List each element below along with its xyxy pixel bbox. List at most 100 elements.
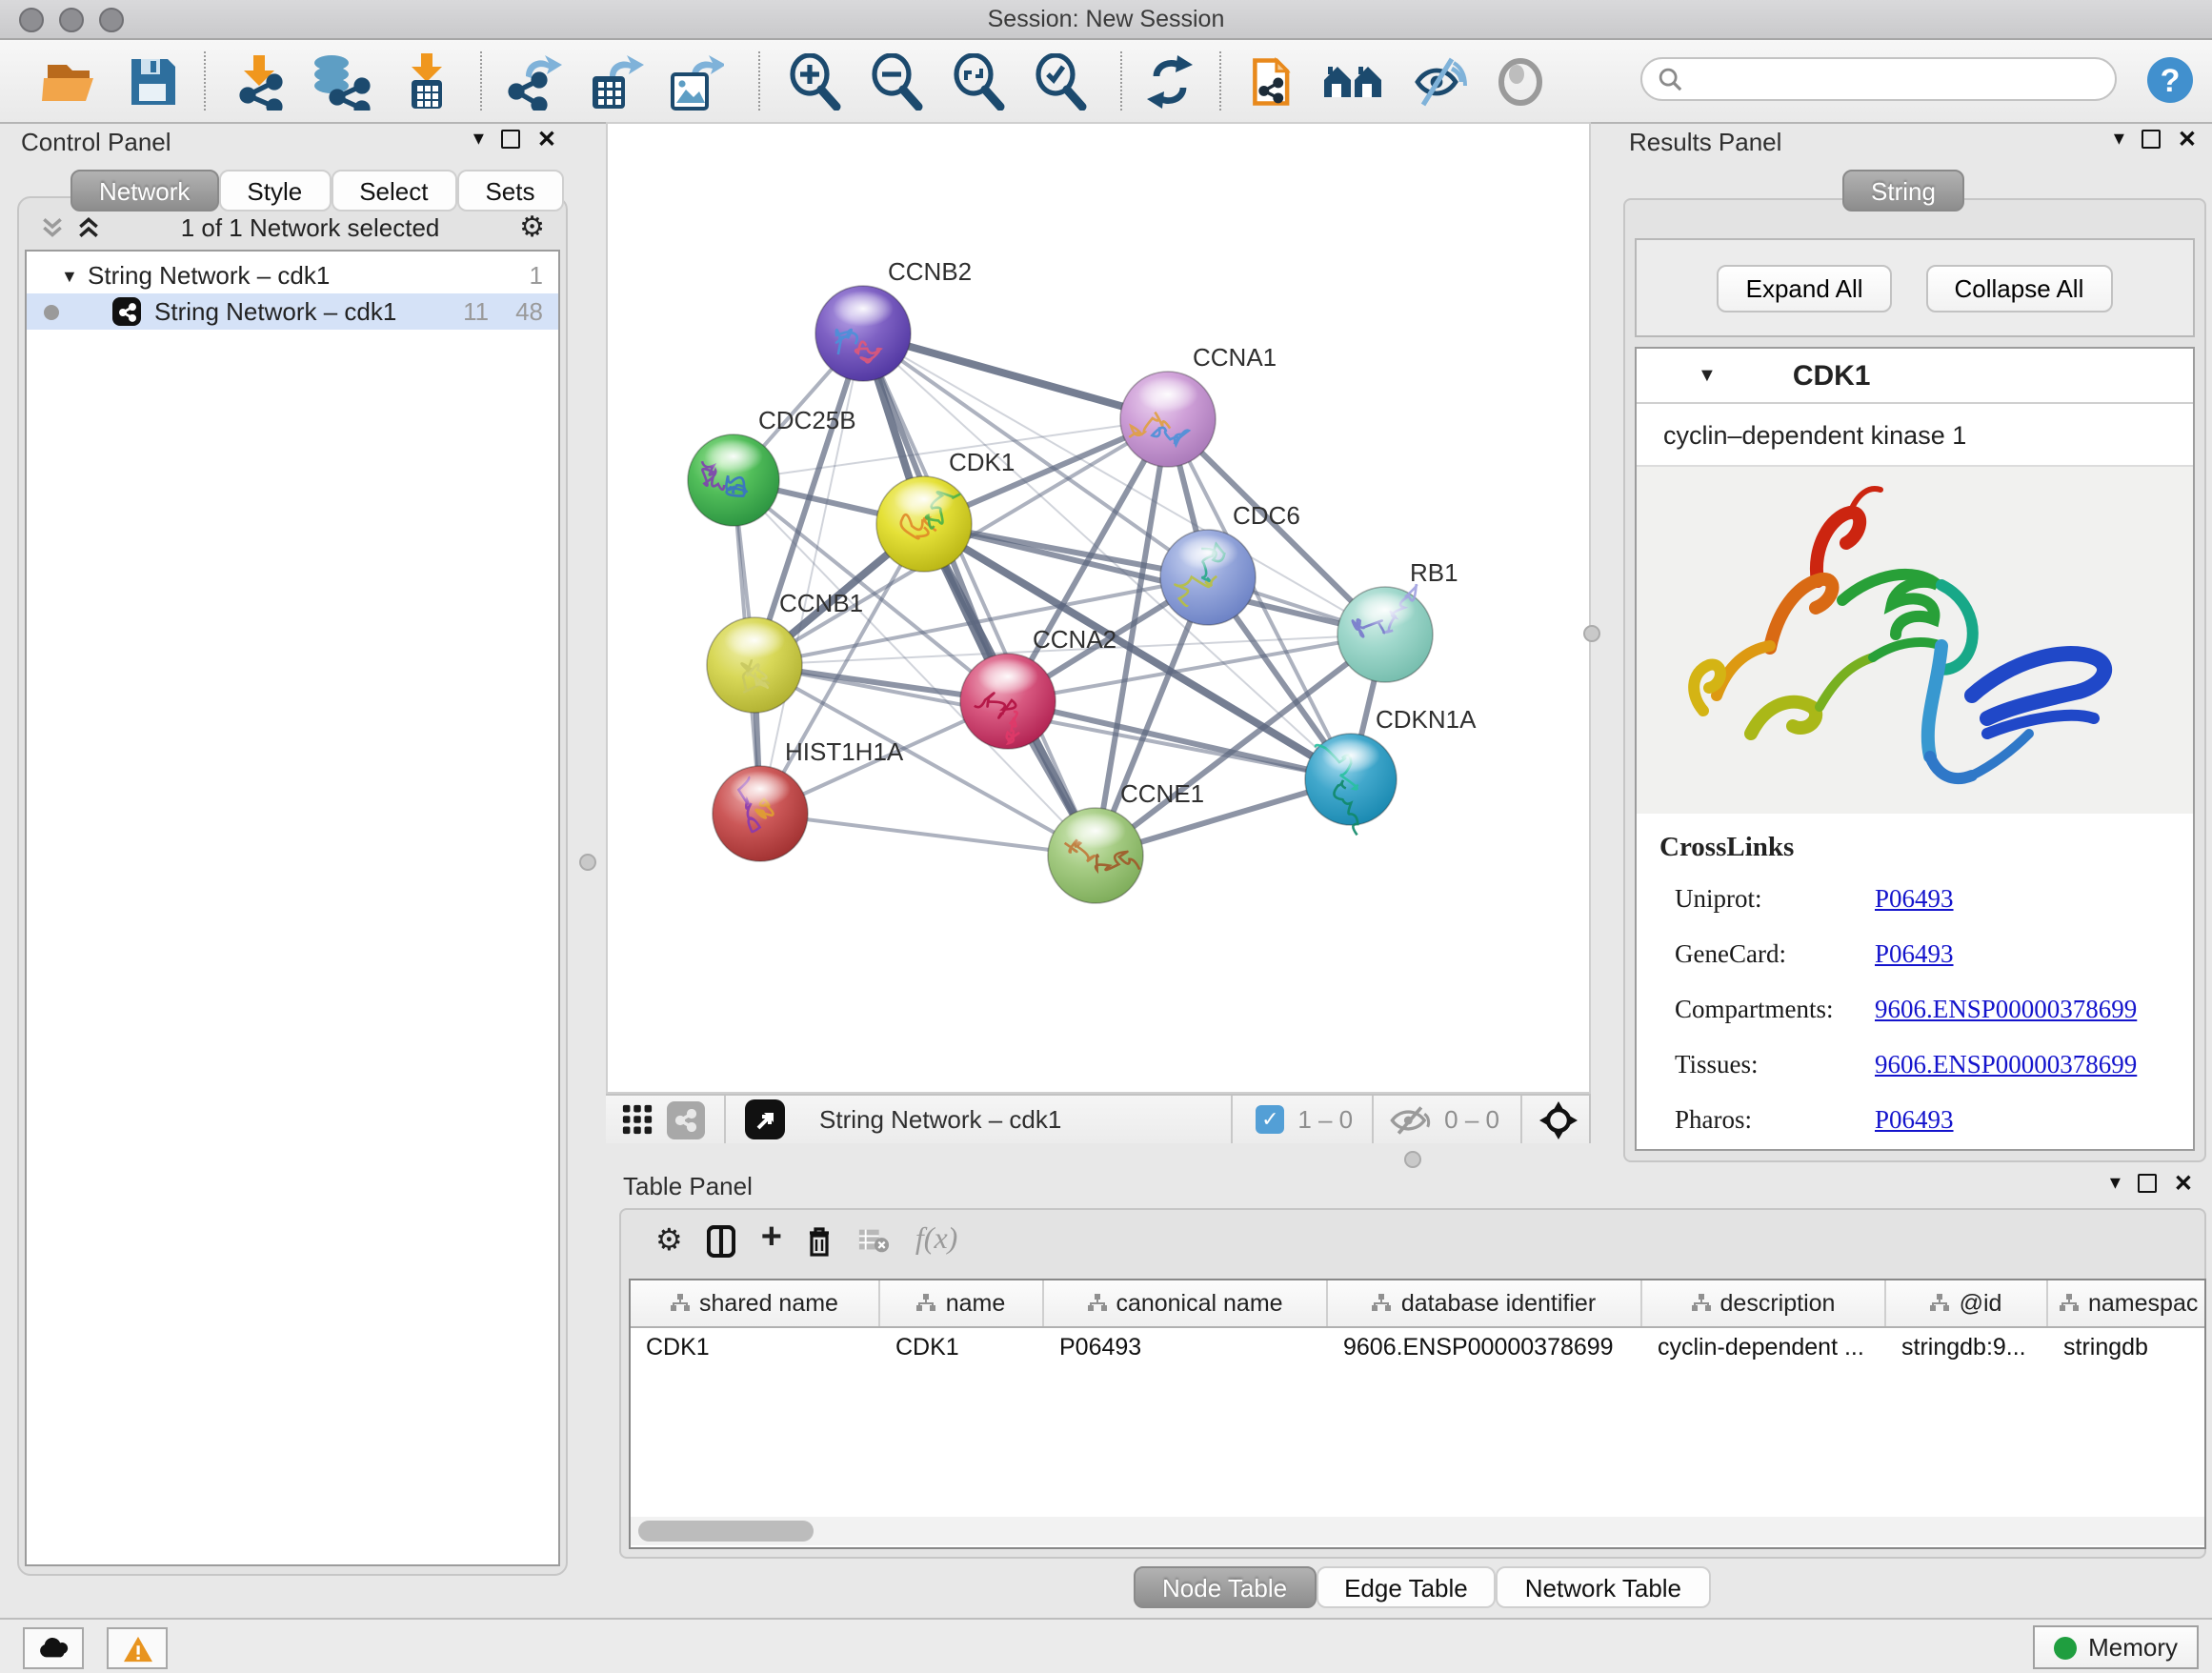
cloud-icon [37,1637,70,1660]
table-gear-icon[interactable]: ⚙ [655,1221,683,1260]
search-input[interactable] [1682,64,2090,94]
tab-node-table[interactable]: Node Table [1134,1566,1316,1608]
zoom-in-icon[interactable] [787,53,842,111]
hide-unhide-icon[interactable] [1410,53,1467,111]
network-collection-row[interactable]: ▼ String Network – cdk1 1 [27,257,558,293]
node-HIST1H1A[interactable]: HIST1H1A [713,737,904,861]
selected-checkbox-icon[interactable]: ✓ [1256,1105,1284,1134]
search-box [1640,57,2117,101]
control-panel-close-icon[interactable]: ✕ [537,130,556,149]
network-view-toolbar: String Network – cdk1 ✓ 1 – 0 0 – 0 [606,1094,1591,1143]
table-panel-float-icon[interactable] [2138,1174,2157,1193]
edge-CCNB2-CCNE1[interactable] [863,333,1096,856]
horizontal-splitter-handle[interactable] [1404,1151,1421,1168]
network-selected-status: 1 of 1 Network selected [101,212,519,241]
column-header[interactable]: shared name [631,1280,880,1326]
tab-string[interactable]: String [1842,170,1964,212]
toolbar-separator [480,51,484,111]
tab-edge-table[interactable]: Edge Table [1316,1566,1497,1608]
zoom-out-icon[interactable] [869,53,924,111]
crosslink-value[interactable]: 9606.ENSP00000378699 [1875,1050,2137,1080]
export-table-icon[interactable] [587,53,644,111]
column-header[interactable]: name [880,1280,1044,1326]
cell-description: cyclin-dependent ... [1642,1328,1886,1370]
network-canvas[interactable]: CCNB2CCNA1CDC25BCDK1CDC6RB1CCNB1CCNA2CDK… [606,122,1591,1094]
cloud-button[interactable] [23,1627,84,1669]
title-bar: Session: New Session [0,0,2212,40]
crosshair-icon[interactable] [1539,1100,1578,1139]
collapse-all-button[interactable]: Collapse All [1926,264,2113,312]
save-session-icon[interactable] [126,53,179,111]
control-panel-float-icon[interactable] [501,130,520,149]
import-network-database-icon[interactable] [307,53,372,111]
column-header[interactable]: description [1642,1280,1886,1326]
birdseye-view-icon[interactable] [745,1099,785,1139]
results-panel-collapse-icon[interactable]: ▾ [2114,130,2124,149]
node-label-HIST1H1A: HIST1H1A [785,737,904,766]
network-options-gear-icon[interactable]: ⚙ [519,210,545,244]
horizontal-scrollbar[interactable] [631,1517,2204,1545]
expand-all-button[interactable]: Expand All [1718,264,1892,312]
warning-button[interactable] [107,1627,168,1669]
scrollbar-thumb[interactable] [638,1521,814,1542]
export-network-icon[interactable] [507,53,566,111]
zoom-selected-icon[interactable] [1033,53,1088,111]
grid-view-icon[interactable] [621,1103,654,1136]
string-document-icon[interactable] [1246,53,1303,111]
node-CCNB1[interactable]: CCNB1 [707,589,863,713]
crosslink-value[interactable]: P06493 [1875,1105,1954,1136]
zoom-fit-icon[interactable] [951,53,1006,111]
memory-button[interactable]: Memory [2033,1625,2199,1669]
share-view-icon[interactable] [667,1100,705,1139]
help-icon[interactable]: ? [2145,55,2195,105]
export-image-icon[interactable] [667,53,724,111]
left-splitter-handle[interactable] [579,854,596,871]
add-column-icon[interactable]: + [761,1218,782,1260]
control-panel-collapse-icon[interactable]: ▾ [473,130,484,149]
refresh-icon[interactable] [1143,53,1196,111]
node-CCNA1[interactable]: CCNA1 [1120,343,1277,467]
results-panel-float-icon[interactable] [2142,130,2161,149]
gene-expand-icon[interactable]: ▼ [1698,365,1717,386]
right-splitter-handle[interactable] [1583,625,1600,642]
edge-CCNA2-CDKN1A[interactable] [1008,701,1351,779]
node-CCNB2[interactable]: CCNB2 [815,257,972,381]
import-table-icon[interactable] [400,53,453,111]
edge-HIST1H1A-CCNE1[interactable] [760,814,1096,856]
network-graph[interactable]: CCNB2CCNA1CDC25BCDK1CDC6RB1CCNB1CCNA2CDK… [608,124,1589,1092]
results-panel-close-icon[interactable]: ✕ [2178,130,2197,149]
string-network-icon [112,297,141,326]
crosslink-value[interactable]: P06493 [1875,939,1954,970]
table-toolbar: ⚙ + f(x) [621,1210,2204,1271]
main-toolbar: ? [0,40,2212,124]
memory-label: Memory [2088,1633,2178,1662]
delete-column-icon[interactable] [807,1224,834,1257]
column-header[interactable]: canonical name [1044,1280,1328,1326]
home-pair-icon[interactable] [1322,53,1383,111]
column-header[interactable]: namespac [2048,1280,2204,1326]
tree-expand-icon[interactable]: ▼ [61,266,88,285]
collapse-all-chevron-icon[interactable] [40,214,65,239]
column-header[interactable]: @id [1886,1280,2048,1326]
tab-network-table[interactable]: Network Table [1497,1566,1710,1608]
node-CDK1[interactable]: CDK1 [876,448,1015,572]
open-session-icon[interactable] [40,53,103,111]
crosslink-value[interactable]: 9606.ENSP00000378699 [1875,995,2137,1025]
gene-symbol: CDK1 [1793,359,1871,392]
crosslink-value[interactable]: P06493 [1875,884,1954,915]
node-CDKN1A[interactable]: CDKN1A [1305,705,1477,835]
column-header[interactable]: database identifier [1328,1280,1642,1326]
network-row-selected[interactable]: String Network – cdk1 11 48 [27,293,558,330]
table-row[interactable]: CDK1 CDK1 P06493 9606.ENSP00000378699 cy… [631,1328,2204,1370]
network-collection-label: String Network – cdk1 [88,261,530,290]
table-panel-collapse-icon[interactable]: ▾ [2110,1174,2121,1193]
import-network-file-icon[interactable] [232,53,286,111]
expand-all-chevron-icon[interactable] [76,214,101,239]
eye-icon[interactable] [1494,53,1547,111]
crosslink-row: Tissues: 9606.ENSP00000378699 [1659,1050,2193,1080]
node-RB1[interactable]: RB1 [1337,558,1458,682]
gene-card-header[interactable]: ▼ CDK1 [1637,349,2193,404]
show-columns-icon[interactable] [708,1224,736,1257]
hidden-eye-icon[interactable] [1389,1104,1431,1135]
table-panel-close-icon[interactable]: ✕ [2174,1174,2193,1193]
